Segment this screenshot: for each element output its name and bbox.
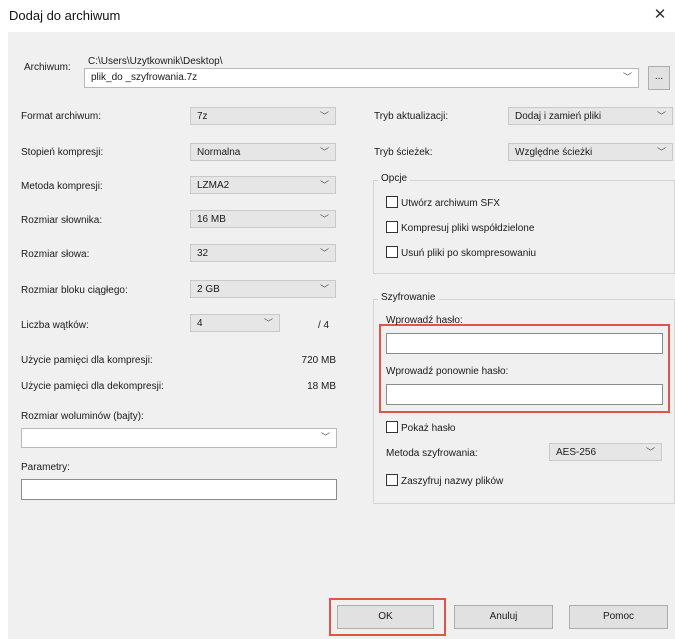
mem-comp-value: 720 MB (301, 355, 336, 366)
archive-filename: plik_do _szyfrowania.7z (91, 72, 198, 83)
update-value: Dodaj i zamień pliki (515, 111, 602, 122)
show-password-label: Pokaż hasło (401, 423, 456, 434)
word-label: Rozmiar słowa: (21, 249, 90, 260)
mem-decomp-label: Użycie pamięci dla dekompresji: (21, 381, 164, 392)
volumes-label: Rozmiar woluminów (bajty): (21, 411, 144, 422)
sfx-label: Utwórz archiwum SFX (401, 198, 500, 209)
encrypt-names-label: Zaszyfruj nazwy plików (401, 476, 504, 487)
update-label: Tryb aktualizacji: (374, 111, 449, 122)
threads-max: / 4 (318, 320, 330, 331)
delete-label: Usuń pliki po skompresowaniu (401, 248, 537, 259)
threads-label: Liczba wątków: (21, 320, 89, 331)
archive-label: Archiwum: (24, 62, 71, 73)
chevron-down-icon: ﹀ (319, 147, 329, 157)
threads-select[interactable]: 4 ﹀ (190, 314, 280, 332)
enc-method-label: Metoda szyfrowania: (386, 448, 478, 459)
block-select[interactable]: 2 GB ﹀ (190, 280, 336, 298)
close-icon[interactable]: ✕ (650, 5, 670, 23)
paths-label: Tryb ścieżek: (374, 147, 433, 158)
archive-filename-combo[interactable]: plik_do _szyfrowania.7z ﹀ (84, 68, 639, 88)
method-label: Metoda kompresji: (21, 181, 103, 192)
chevron-down-icon: ﹀ (263, 318, 273, 328)
chevron-down-icon: ﹀ (320, 432, 330, 442)
enc-method-select[interactable]: AES-256 ﹀ (549, 443, 662, 461)
paths-select[interactable]: Względne ścieżki ﹀ (508, 143, 673, 161)
dict-value: 16 MB (197, 214, 226, 225)
word-select[interactable]: 32 ﹀ (190, 244, 336, 262)
format-label: Format archiwum: (21, 111, 102, 122)
params-label: Parametry: (21, 462, 70, 473)
encryption-title: Szyfrowanie (378, 292, 439, 303)
password-label: Wprowadź hasło: (386, 315, 463, 326)
method-select[interactable]: LZMA2 ﹀ (190, 176, 336, 194)
threads-value: 4 (197, 318, 203, 329)
chevron-down-icon: ﹀ (319, 214, 329, 224)
chevron-down-icon: ﹀ (656, 111, 666, 121)
block-label: Rozmiar bloku ciągłego: (21, 285, 128, 296)
level-select[interactable]: Normalna ﹀ (190, 143, 336, 161)
dict-select[interactable]: 16 MB ﹀ (190, 210, 336, 228)
block-value: 2 GB (197, 284, 220, 295)
chevron-down-icon: ﹀ (319, 111, 329, 121)
mem-comp-label: Użycie pamięci dla kompresji: (21, 355, 153, 366)
word-value: 32 (197, 248, 209, 259)
level-label: Stopień kompresji: (21, 147, 104, 158)
password-input[interactable] (386, 333, 663, 354)
chevron-down-icon: ﹀ (319, 180, 329, 190)
method-value: LZMA2 (197, 180, 230, 191)
repeat-password-input[interactable] (386, 384, 663, 405)
paths-value: Względne ścieżki (515, 147, 593, 158)
window-title: Dodaj do archiwum (9, 8, 121, 23)
options-title: Opcje (378, 173, 411, 184)
show-password-checkbox[interactable] (386, 421, 398, 433)
chevron-down-icon: ﹀ (319, 284, 329, 294)
delete-checkbox[interactable] (386, 246, 398, 258)
params-input[interactable] (21, 479, 337, 500)
format-select[interactable]: 7z ﹀ (190, 107, 336, 125)
enc-method-value: AES-256 (556, 447, 597, 458)
chevron-down-icon: ﹀ (645, 447, 655, 457)
help-button[interactable]: Pomoc (569, 605, 668, 629)
level-value: Normalna (197, 147, 241, 158)
repeat-password-label: Wprowadź ponownie hasło: (386, 366, 509, 377)
shared-label: Kompresuj pliki współdzielone (401, 223, 535, 234)
sfx-checkbox[interactable] (386, 196, 398, 208)
chevron-down-icon: ﹀ (656, 147, 666, 157)
shared-checkbox[interactable] (386, 221, 398, 233)
chevron-down-icon: ﹀ (622, 72, 632, 82)
archive-path: C:\Users\Uzytkownik\Desktop\ (88, 56, 223, 67)
mem-decomp-value: 18 MB (307, 381, 336, 392)
format-value: 7z (197, 111, 208, 122)
volumes-combo[interactable]: ﹀ (21, 428, 337, 448)
update-select[interactable]: Dodaj i zamień pliki ﹀ (508, 107, 673, 125)
browse-button[interactable]: ... (648, 66, 670, 90)
encrypt-names-checkbox[interactable] (386, 474, 398, 486)
dict-label: Rozmiar słownika: (21, 215, 103, 226)
ok-button[interactable]: OK (337, 605, 434, 629)
chevron-down-icon: ﹀ (319, 248, 329, 258)
cancel-button[interactable]: Anuluj (454, 605, 553, 629)
